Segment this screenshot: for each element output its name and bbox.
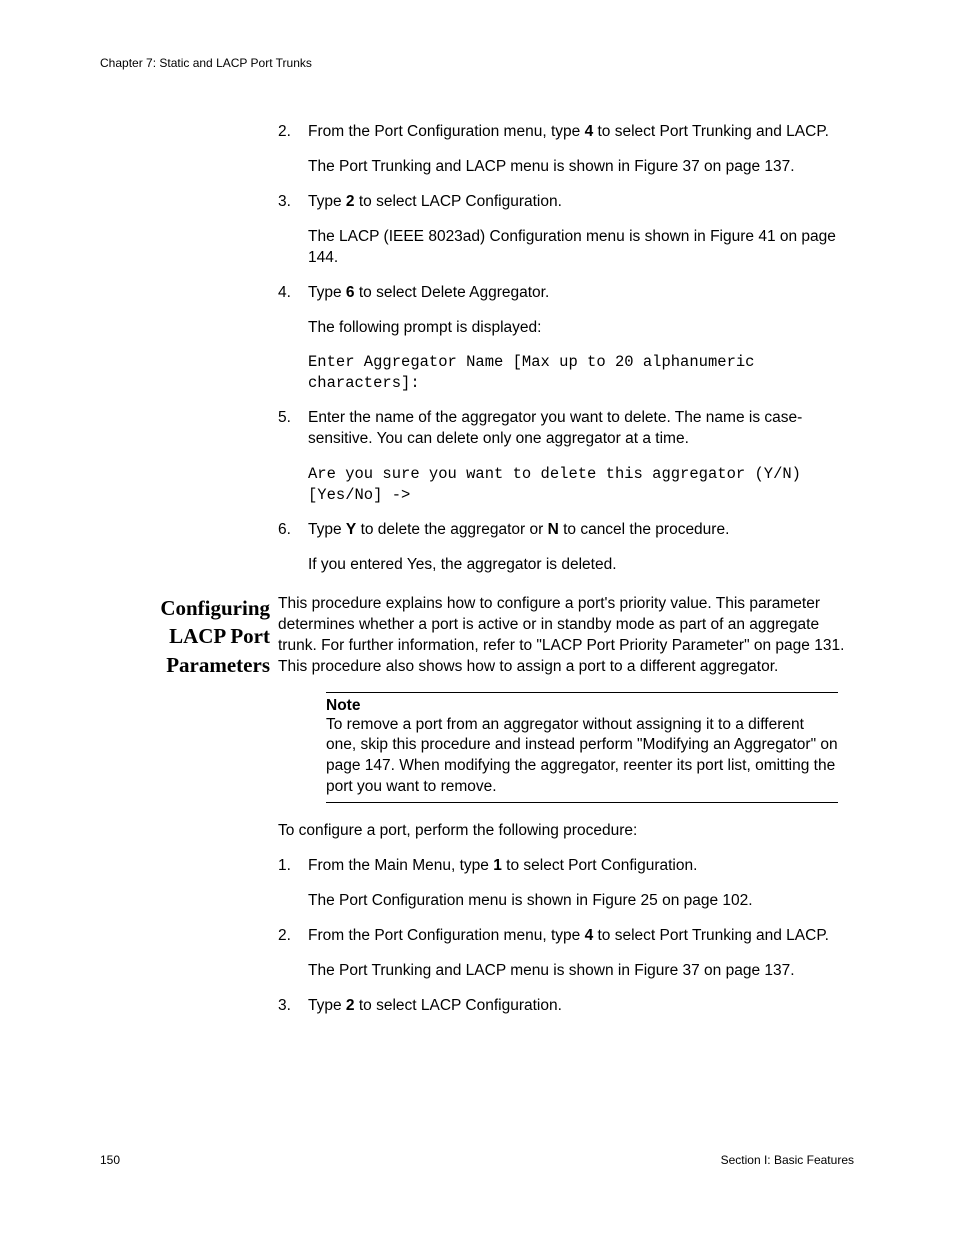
list-item-3b: 3. Type 2 to select LACP Configuration.	[278, 996, 854, 1017]
prompt-text: Enter Aggregator Name [Max up to 20 alph…	[308, 352, 854, 394]
procedure-lead: To configure a port, perform the followi…	[278, 821, 854, 842]
step-result: The following prompt is displayed:	[308, 318, 854, 339]
step-result: The Port Trunking and LACP menu is shown…	[308, 157, 854, 178]
section-body: This procedure explains how to configure…	[278, 594, 854, 1017]
note-rule-bottom	[326, 802, 838, 803]
step-text: From the Main Menu, type 1 to select Por…	[308, 856, 854, 877]
step-text: Type 6 to select Delete Aggregator.	[308, 283, 854, 304]
step-result: The Port Configuration menu is shown in …	[308, 891, 854, 912]
list-item-2: 2. From the Port Configuration menu, typ…	[278, 122, 854, 178]
list-item-1: 1. From the Main Menu, type 1 to select …	[278, 856, 854, 912]
step-text: Type 2 to select LACP Configuration.	[308, 996, 854, 1017]
step-result: The Port Trunking and LACP menu is shown…	[308, 961, 854, 982]
list-number: 2.	[278, 926, 308, 982]
footer: 150 Section I: Basic Features	[100, 1153, 854, 1167]
list-number: 1.	[278, 856, 308, 912]
prompt-text: Are you sure you want to delete this agg…	[308, 464, 854, 506]
page-number: 150	[100, 1153, 120, 1167]
step-text: Enter the name of the aggregator you wan…	[308, 408, 854, 450]
list-number: 5.	[278, 408, 308, 506]
list-number: 6.	[278, 520, 308, 576]
list-number: 3.	[278, 996, 308, 1017]
list-item-6: 6. Type Y to delete the aggregator or N …	[278, 520, 854, 576]
note-box: Note To remove a port from an aggregator…	[326, 692, 838, 804]
section-intro: This procedure explains how to configure…	[278, 594, 854, 678]
footer-section: Section I: Basic Features	[721, 1153, 854, 1167]
list-number: 2.	[278, 122, 308, 178]
list-item-3: 3. Type 2 to select LACP Configuration. …	[278, 192, 854, 269]
top-list: 2. From the Port Configuration menu, typ…	[278, 122, 854, 576]
step-result: The LACP (IEEE 8023ad) Configuration men…	[308, 227, 854, 269]
step-result: If you entered Yes, the aggregator is de…	[308, 555, 854, 576]
section-configuring: Configuring LACP Port Parameters This pr…	[100, 594, 854, 1031]
list-item-4: 4. Type 6 to select Delete Aggregator. T…	[278, 283, 854, 395]
note-text: To remove a port from an aggregator with…	[326, 715, 838, 799]
step-text: From the Port Configuration menu, type 4…	[308, 122, 854, 143]
section-heading: Configuring LACP Port Parameters	[100, 594, 270, 679]
list-number: 4.	[278, 283, 308, 395]
step-text: Type Y to delete the aggregator or N to …	[308, 520, 854, 541]
note-rule-top	[326, 692, 838, 693]
section-heading-col: Configuring LACP Port Parameters	[100, 594, 270, 679]
note-label: Note	[326, 697, 838, 715]
running-header: Chapter 7: Static and LACP Port Trunks	[100, 56, 854, 70]
list-number: 3.	[278, 192, 308, 269]
list-item-5: 5. Enter the name of the aggregator you …	[278, 408, 854, 506]
step-text: From the Port Configuration menu, type 4…	[308, 926, 854, 947]
page-container: Chapter 7: Static and LACP Port Trunks 2…	[0, 0, 954, 1235]
content-area: 2. From the Port Configuration menu, typ…	[100, 122, 854, 1031]
step-text: Type 2 to select LACP Configuration.	[308, 192, 854, 213]
list-item-2b: 2. From the Port Configuration menu, typ…	[278, 926, 854, 982]
